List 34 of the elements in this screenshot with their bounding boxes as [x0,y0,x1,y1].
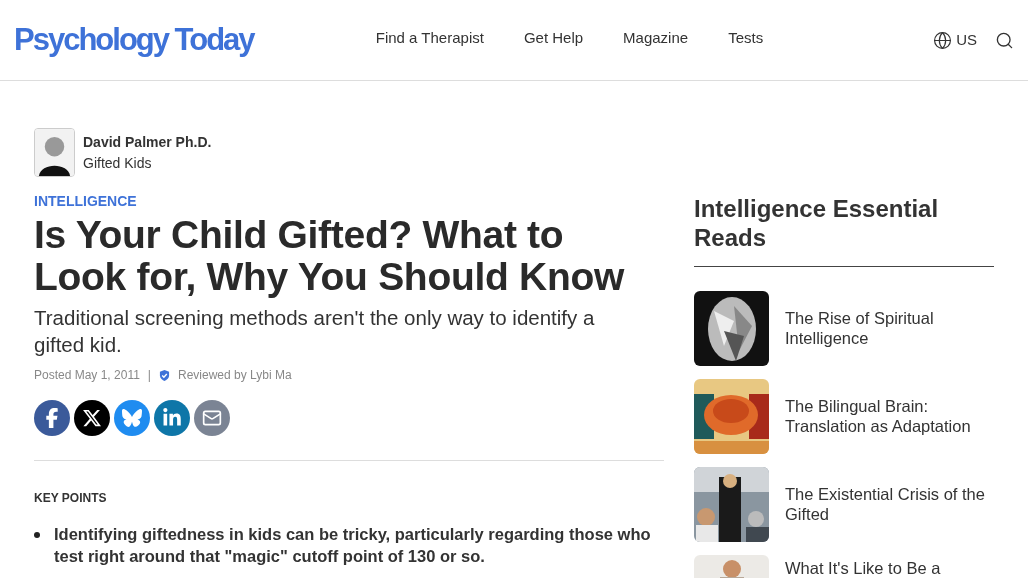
search-icon[interactable] [995,30,1014,50]
butterfly-icon [122,408,142,428]
article-subtitle: Traditional screening methods aren't the only way to identify a gifted kid. [34,305,596,358]
region-button[interactable]: US [933,28,977,52]
mail-icon [202,408,222,428]
key-points-heading: KEY POINTS [34,490,108,507]
author-avatar [34,128,75,177]
x-button[interactable] [74,400,110,436]
nav-link[interactable]: Magazine [623,27,689,50]
email-button[interactable] [194,400,230,436]
article-link[interactable]: The Bilingual Brain: Translation as Adaptation [785,379,994,436]
x-icon [82,408,102,428]
bullet-icon [34,532,40,538]
linkedin-button[interactable] [154,400,190,436]
article-link[interactable]: What It's Like to Be a [785,555,941,578]
key-point: Identifying giftedness in kids can be tricky, particularly regarding those who test right around that "magic" cutoff point of 130 or so. [54,524,652,567]
article-title: Is Your Child Gifted? What to Look for, Why You Should Know [34,214,626,298]
blog-name[interactable]: Gifted Kids [83,152,212,174]
category-link[interactable]: INTELLIGENCE [34,191,664,212]
separator: | [147,367,151,384]
posted-date: Posted May 1, 2011 [34,367,140,384]
linkedin-icon [162,408,182,428]
nav-link[interactable]: Tests [728,27,764,50]
author-name[interactable]: David Palmer Ph.D. [83,131,212,153]
essential-reads-heading: Intelligence Essential Reads [694,194,994,267]
article-link[interactable]: The Existential Crisis of the Gifted [785,467,994,524]
article-link[interactable]: The Rise of Spiritual Intelligence [785,291,994,348]
facebook-button[interactable] [34,400,70,436]
shield-check-icon [158,369,170,381]
nav-link[interactable]: Get Help [523,27,584,50]
nav-link[interactable]: Find a Therapist [375,27,484,50]
globe-icon [933,30,953,50]
reviewer[interactable]: Reviewed by Lybi Ma [177,366,292,384]
logo[interactable]: Psychology Today [14,22,254,58]
